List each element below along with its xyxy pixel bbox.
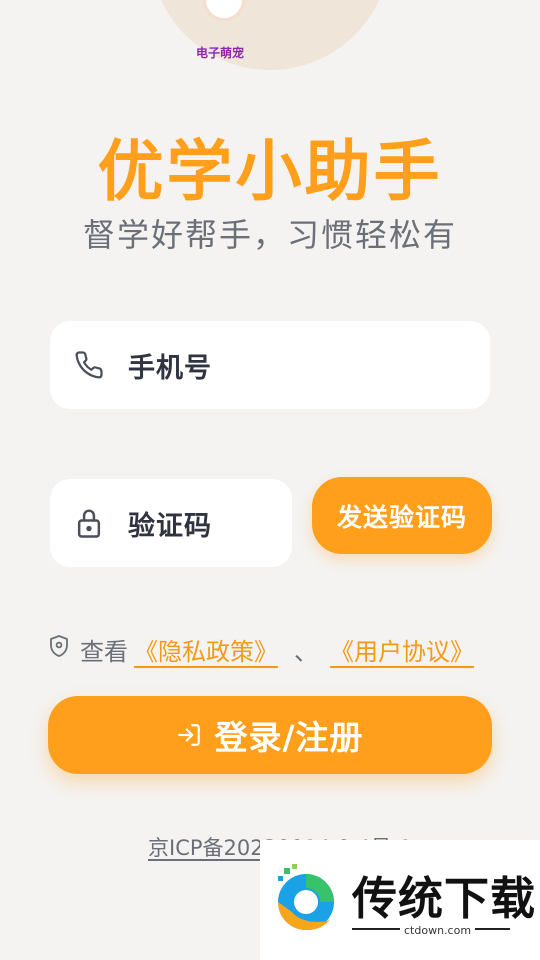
privacy-policy-link[interactable]: 《隐私政策》	[128, 632, 288, 667]
send-code-button[interactable]: 发送验证码	[312, 477, 492, 554]
verification-code-field[interactable]: 验证码	[50, 479, 292, 567]
watermark-site: ctdown.com	[400, 924, 476, 937]
watermark-logo-icon	[278, 864, 334, 931]
app-title: 优学小助手	[97, 133, 443, 210]
agreement-separator: 、	[294, 637, 318, 666]
shield-icon	[48, 634, 72, 664]
header-illustration	[150, 0, 390, 70]
login-arrow-icon	[176, 722, 202, 748]
user-agreement-link[interactable]: 《用户协议》	[324, 632, 484, 667]
phone-placeholder: 手机号	[128, 352, 212, 384]
app-subtitle: 督学好帮手，习惯轻松有	[82, 216, 457, 254]
agreement-prefix: 查看	[80, 637, 128, 666]
phone-icon	[60, 350, 118, 380]
lock-icon	[60, 507, 118, 539]
login-label: 登录/注册	[214, 718, 364, 757]
code-placeholder: 验证码	[128, 510, 212, 542]
phone-field[interactable]: 手机号	[50, 321, 490, 409]
pet-avatar	[206, 0, 242, 18]
watermark-overlay: 传统下载 ctdown.com	[260, 840, 540, 960]
header-caption: 电子萌宠	[195, 46, 244, 60]
login-register-button[interactable]: 登录/注册	[48, 696, 492, 774]
watermark-brand: 传统下载	[352, 872, 537, 925]
agreement-row: 查看 《隐私政策》 、 《用户协议》	[48, 632, 484, 666]
